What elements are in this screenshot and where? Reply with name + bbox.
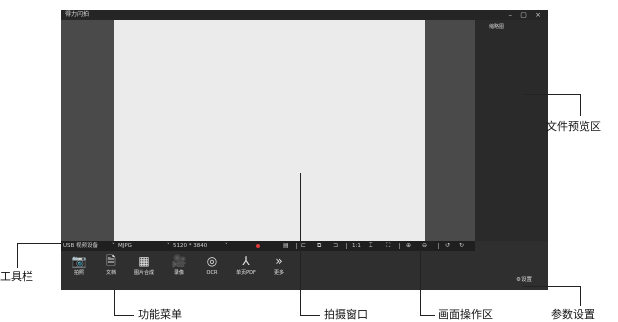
ocr-icon: ◎ bbox=[206, 254, 218, 268]
rotate-left-icon[interactable]: ⊏ bbox=[301, 241, 306, 251]
image-merge-icon: ▦ bbox=[138, 254, 150, 268]
toolbar: USB 视频设备 ˅ MJPG ˅ 5120 * 3840 ˅ ▤ ⊏ ⧉ ⊐ … bbox=[61, 241, 475, 251]
app-title: 得力闪拍 bbox=[65, 11, 90, 18]
pdf-icon: ⅄ bbox=[242, 254, 250, 268]
fullscreen-icon[interactable]: ⛶ bbox=[386, 241, 390, 251]
callout-line bbox=[300, 315, 320, 316]
minimize-button[interactable]: – bbox=[509, 10, 516, 20]
menu-item-ocr[interactable]: ◎ OCR bbox=[200, 253, 224, 277]
rotate-cw-icon[interactable]: ↻ bbox=[459, 241, 464, 251]
divider bbox=[346, 243, 347, 249]
grid-icon[interactable]: ▤ bbox=[283, 241, 289, 251]
callout-line bbox=[114, 315, 134, 316]
callout-line bbox=[17, 243, 18, 268]
callout-line bbox=[114, 290, 115, 316]
device-select[interactable]: USB 视频设备 bbox=[63, 241, 98, 251]
resolution-chevron-icon[interactable]: ˅ bbox=[225, 241, 228, 251]
callout-toolbar: 工具栏 bbox=[0, 270, 33, 283]
divider bbox=[438, 243, 439, 249]
zoom-out-icon[interactable]: ⊖ bbox=[422, 241, 427, 251]
ratio-button[interactable]: 1:1 bbox=[352, 241, 361, 251]
callout-function-menu: 功能菜单 bbox=[138, 308, 182, 321]
more-icon: » bbox=[275, 254, 283, 268]
callout-line bbox=[580, 286, 581, 306]
callout-capture-window: 拍摄窗口 bbox=[324, 308, 368, 321]
rotate-ccw-icon[interactable]: ↺ bbox=[445, 241, 450, 251]
capture-margin-left bbox=[61, 20, 114, 241]
callout-line bbox=[580, 94, 581, 116]
callout-line bbox=[300, 173, 301, 316]
resolution-select[interactable]: 5120 * 3840 bbox=[173, 241, 207, 251]
settings-button[interactable]: ⚙设置 bbox=[516, 275, 532, 283]
record-indicator-icon[interactable] bbox=[256, 244, 260, 248]
callout-canvas-ops: 画面操作区 bbox=[438, 308, 493, 321]
callout-line bbox=[420, 315, 435, 316]
callout-line bbox=[525, 94, 580, 95]
document-icon: 🗎 bbox=[106, 254, 116, 268]
divider bbox=[296, 243, 297, 249]
menu-item-image-merge[interactable]: ▦ 图片合成 bbox=[132, 253, 156, 277]
rotate-right-icon[interactable]: ⊐ bbox=[333, 241, 338, 251]
crop-icon[interactable]: ⧉ bbox=[317, 241, 321, 251]
menu-item-label: 更多 bbox=[273, 270, 284, 276]
title-bar: 得力闪拍 – ▢ × bbox=[61, 10, 548, 20]
divider bbox=[399, 243, 400, 249]
format-dropdown-icon[interactable]: ˅ bbox=[112, 241, 115, 251]
menu-item-label: 图片合成 bbox=[133, 270, 154, 276]
camera-icon: 📷 bbox=[71, 254, 87, 268]
preview-title: 缩略图 bbox=[489, 24, 505, 30]
callout-line bbox=[420, 247, 421, 316]
format-select[interactable]: MJPG bbox=[118, 241, 132, 251]
file-preview-panel[interactable]: 缩略图 bbox=[475, 20, 548, 241]
resolution-dropdown-icon[interactable]: ˅ bbox=[167, 241, 170, 251]
app-window: 得力闪拍 – ▢ × 缩略图 USB 视频设备 ˅ MJPG ˅ 5120 * … bbox=[61, 10, 548, 290]
video-icon: 🎥 bbox=[171, 254, 187, 268]
settings-label: 设置 bbox=[520, 277, 532, 283]
fit-width-icon[interactable]: ⌶ bbox=[369, 241, 373, 251]
zoom-in-icon[interactable]: ⊕ bbox=[406, 241, 411, 251]
menu-item-photo[interactable]: 📷 拍照 bbox=[67, 253, 91, 277]
menu-item-video[interactable]: 🎥 录像 bbox=[167, 253, 191, 277]
menu-item-more[interactable]: » 更多 bbox=[267, 253, 291, 277]
callout-param-settings: 参数设置 bbox=[551, 308, 595, 321]
callout-line bbox=[523, 286, 580, 287]
window-controls: – ▢ × bbox=[509, 10, 544, 20]
capture-margin-right bbox=[425, 20, 475, 241]
callout-line bbox=[17, 243, 62, 244]
menu-item-single-pdf[interactable]: ⅄ 单页PDF bbox=[234, 253, 258, 277]
function-menu: 📷 拍照 🗎 文档 ▦ 图片合成 🎥 录像 ◎ OCR ⅄ 单页PDF » 更多… bbox=[61, 251, 548, 290]
callout-file-preview: 文件预览区 bbox=[546, 120, 601, 133]
menu-item-document[interactable]: 🗎 文档 bbox=[99, 253, 123, 277]
close-button[interactable]: × bbox=[535, 10, 544, 20]
capture-window[interactable] bbox=[114, 20, 425, 241]
maximize-button[interactable]: ▢ bbox=[520, 10, 530, 20]
